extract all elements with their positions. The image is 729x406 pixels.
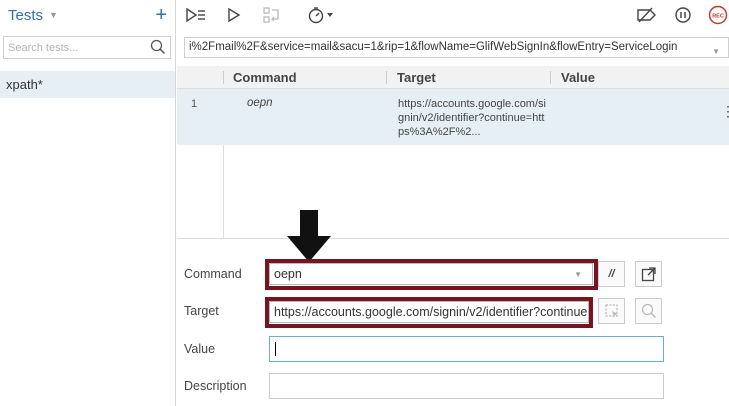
record-label: REC: [712, 14, 724, 20]
table-row[interactable]: 1 oepn https://accounts.google.com/signi…: [177, 89, 729, 145]
column-divider: [223, 145, 224, 239]
find-target-button[interactable]: [635, 298, 662, 324]
search-icon[interactable]: [150, 39, 166, 58]
toolbar: REC: [177, 0, 729, 30]
row-target: https://accounts.google.com/signin/v2/id…: [398, 98, 546, 138]
command-table-header: Command Target Value: [177, 66, 729, 89]
description-label: Description: [184, 379, 247, 393]
column-header-target: Target: [397, 70, 436, 85]
value-input[interactable]: [269, 336, 664, 362]
speed-timer-icon[interactable]: [305, 5, 339, 25]
value-label: Value: [184, 342, 216, 356]
comment-button[interactable]: //: [598, 261, 625, 287]
base-url-select[interactable]: i%2Fmail%2F&service=mail&sacu=1&rip=1&fl…: [184, 37, 729, 58]
column-divider[interactable]: [550, 71, 551, 84]
description-input[interactable]: [269, 373, 664, 399]
row-index: 1: [191, 98, 198, 110]
column-header-command: Command: [233, 70, 297, 85]
open-reference-button[interactable]: [635, 261, 662, 287]
target-input[interactable]: https://accounts.google.com/signin/v2/id…: [269, 301, 589, 323]
search-input[interactable]: [4, 37, 144, 58]
command-table: 1 oepn https://accounts.google.com/signi…: [177, 89, 729, 239]
column-divider: [223, 71, 224, 84]
run-all-icon[interactable]: [185, 5, 207, 25]
disable-breakpoints-icon[interactable]: [635, 5, 657, 25]
column-header-value: Value: [561, 70, 595, 85]
chevron-down-icon[interactable]: ▼: [574, 265, 582, 285]
test-item-xpath[interactable]: xpath*: [0, 71, 175, 98]
run-icon[interactable]: [223, 5, 245, 25]
select-target-icon: [604, 304, 618, 318]
search-icon: [641, 303, 656, 319]
column-divider[interactable]: [386, 71, 387, 84]
row-command: oepn: [247, 97, 273, 109]
sidebar: Tests ▼ + xpath*: [0, 0, 176, 406]
search-box: [3, 36, 171, 59]
command-label: Command: [184, 267, 242, 281]
external-link-icon: [641, 267, 656, 282]
record-icon[interactable]: REC: [707, 5, 729, 25]
more-vertical-icon[interactable]: ⋮: [721, 104, 729, 118]
target-label: Target: [184, 304, 219, 318]
chevron-down-icon[interactable]: ▼: [49, 10, 58, 20]
comment-button-label: //: [608, 268, 615, 280]
command-select[interactable]: oepn ▼: [269, 263, 593, 285]
add-test-icon[interactable]: +: [155, 5, 167, 25]
chevron-down-icon[interactable]: ▼: [708, 42, 720, 57]
step-icon[interactable]: [261, 5, 283, 25]
pause-icon[interactable]: [672, 5, 694, 25]
sidebar-header: Tests ▼ +: [0, 0, 175, 30]
select-target-button[interactable]: [598, 298, 625, 324]
base-url-value: i%2Fmail%2F&service=mail&sacu=1&rip=1&fl…: [189, 41, 678, 53]
tests-dropdown[interactable]: Tests: [8, 7, 43, 24]
command-value: oepn: [274, 267, 302, 281]
text-cursor: [275, 342, 276, 356]
